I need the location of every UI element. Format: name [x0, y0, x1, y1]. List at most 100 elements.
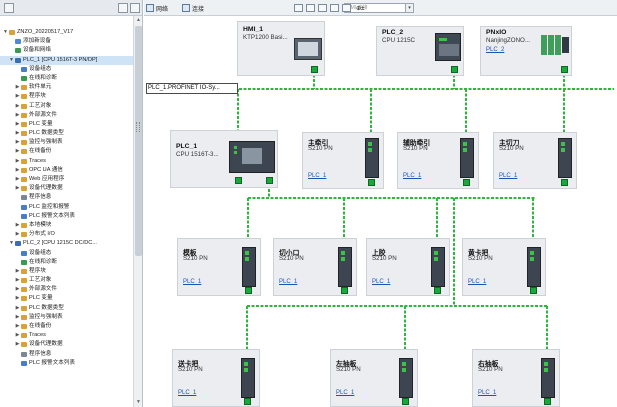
tree-item[interactable]: 在线和诊断: [0, 74, 133, 83]
device-drive-right-pull[interactable]: 右抽板 S210 PN PLC_1: [472, 349, 560, 407]
grid-icon[interactable]: [318, 4, 327, 12]
collapsed-arrow-icon[interactable]: ▶: [15, 276, 20, 285]
device-io-controller-link[interactable]: PLC_1: [478, 390, 496, 396]
tree-item[interactable]: ▶ OPC UA 通信: [0, 166, 133, 175]
profinet-port[interactable]: [530, 287, 537, 294]
collapsed-arrow-icon[interactable]: ▶: [15, 147, 20, 156]
tree-item[interactable]: ▶ PLC 数据类型: [0, 129, 133, 138]
device-io-controller-link[interactable]: PLC_2: [486, 47, 504, 53]
tree-item[interactable]: ▶ Traces: [0, 157, 133, 166]
device-drive-small-cut[interactable]: 切小口 S210 PN PLC_1: [273, 238, 357, 296]
connection-type-select[interactable]: HMI 连接 ▾: [344, 3, 414, 13]
profinet-port[interactable]: [368, 179, 375, 186]
collapsed-arrow-icon[interactable]: ▶: [15, 102, 20, 111]
tree-item[interactable]: ▼ ZNZO_20220517_V17: [0, 28, 133, 37]
device-plc-1[interactable]: PLC_1 CPU 1516T-3...: [170, 130, 278, 188]
tree-item[interactable]: ▶ 本地模块: [0, 221, 133, 230]
tree-item[interactable]: 在线和诊断: [0, 258, 133, 267]
expanded-arrow-icon[interactable]: ▼: [3, 28, 8, 37]
collapsed-arrow-icon[interactable]: ▶: [15, 304, 20, 313]
collapsed-arrow-icon[interactable]: ▶: [15, 120, 20, 129]
device-drive-main-traction[interactable]: 主牵引 S210 PN PLC_1: [302, 132, 384, 189]
profinet-port[interactable]: [434, 287, 441, 294]
collapsed-arrow-icon[interactable]: ▶: [15, 92, 20, 101]
tree-item[interactable]: PLC 报警文本列表: [0, 359, 133, 368]
relations-icon[interactable]: [294, 4, 303, 12]
scroll-up-icon[interactable]: ▲: [135, 17, 142, 24]
profinet-port[interactable]: [561, 179, 568, 186]
device-drive-template[interactable]: 模板 S210 PN PLC_1: [177, 238, 261, 296]
device-io-controller-link[interactable]: PLC_1: [336, 390, 354, 396]
tree-options-icon[interactable]: [130, 3, 140, 13]
profinet-port[interactable]: [244, 398, 251, 405]
device-drive-main-cutter[interactable]: 主切刀 S210 PN PLC_1: [493, 132, 577, 189]
tree-scrollbar[interactable]: ▲ ▼: [133, 16, 142, 407]
address-overview-icon[interactable]: [306, 4, 315, 12]
collapsed-arrow-icon[interactable]: ▶: [15, 111, 20, 120]
tree-item[interactable]: ▶ PLC 数据类型: [0, 304, 133, 313]
profinet-port[interactable]: [561, 66, 568, 73]
tree-view-icon[interactable]: [4, 3, 14, 13]
device-pnxio[interactable]: PNxIO NanjingZONO... PLC_2: [480, 26, 572, 76]
tree-item[interactable]: ▼ PLC_1 [CPU 1516T-3 PN/DP]: [0, 55, 133, 65]
tree-item[interactable]: ▶ 外部源文件: [0, 285, 133, 294]
device-io-controller-link[interactable]: PLC_1: [178, 390, 196, 396]
tree-item[interactable]: ▶ Traces: [0, 331, 133, 340]
network-view-canvas[interactable]: PLC_1.PROFINET IO-Sy... HMI_1 KTP1200 Ba…: [144, 16, 617, 407]
split-view-icon[interactable]: [330, 4, 339, 12]
collapsed-arrow-icon[interactable]: ▶: [15, 331, 20, 340]
tree-item[interactable]: PLC 报警文本列表: [0, 212, 133, 221]
collapsed-arrow-icon[interactable]: ▶: [15, 83, 20, 92]
collapsed-arrow-icon[interactable]: ▶: [15, 221, 20, 230]
scroll-down-icon[interactable]: ▼: [135, 399, 142, 406]
collapsed-arrow-icon[interactable]: ▶: [15, 138, 20, 147]
tree-item[interactable]: 添加新设备: [0, 37, 133, 46]
tree-item[interactable]: ▶ 分布式 I/O: [0, 230, 133, 239]
collapsed-arrow-icon[interactable]: ▶: [15, 230, 20, 239]
tree-item[interactable]: ▶ 外部源文件: [0, 111, 133, 120]
panel-splitter-handle[interactable]: [136, 122, 140, 132]
expanded-arrow-icon[interactable]: ▼: [9, 56, 14, 65]
tree-item[interactable]: 程序信息: [0, 193, 133, 202]
device-io-controller-link[interactable]: PLC_1: [468, 279, 486, 285]
tree-item[interactable]: ▶ 在线备份: [0, 147, 133, 156]
device-io-controller-link[interactable]: PLC_1: [499, 173, 517, 179]
collapsed-arrow-icon[interactable]: ▶: [15, 294, 20, 303]
tree-layout-icon[interactable]: [118, 3, 128, 13]
device-io-controller-link[interactable]: PLC_1: [372, 279, 390, 285]
tree-item[interactable]: ▶ Web 应用程序: [0, 175, 133, 184]
collapsed-arrow-icon[interactable]: ▶: [15, 184, 20, 193]
tree-item[interactable]: ▶ 工艺对象: [0, 276, 133, 285]
device-drive-aux-traction[interactable]: 辅助牵引 S210 PN PLC_1: [397, 132, 479, 189]
network-mode-button[interactable]: 网络: [146, 3, 168, 13]
collapsed-arrow-icon[interactable]: ▶: [15, 157, 20, 166]
profinet-network-label[interactable]: PLC_1.PROFINET IO-Sy...: [146, 83, 238, 94]
tree-item[interactable]: ▶ 程序块: [0, 267, 133, 276]
tree-item[interactable]: ▶ 在线备份: [0, 322, 133, 331]
collapsed-arrow-icon[interactable]: ▶: [15, 175, 20, 184]
expanded-arrow-icon[interactable]: ▼: [9, 239, 14, 248]
tree-item[interactable]: 程序信息: [0, 350, 133, 359]
profinet-port[interactable]: [266, 177, 273, 184]
tree-item[interactable]: PLC 监控和报警: [0, 203, 133, 212]
profinet-port[interactable]: [451, 66, 458, 73]
device-io-controller-link[interactable]: PLC_1: [308, 173, 326, 179]
tree-item[interactable]: ▶ 监控与强制表: [0, 313, 133, 322]
device-drive-left-pull[interactable]: 左抽板 S210 PN PLC_1: [330, 349, 418, 407]
tree-item[interactable]: ▶ 设备代理数据: [0, 184, 133, 193]
tree-item[interactable]: ▶ 工艺对象: [0, 102, 133, 111]
zoom-button[interactable]: ⊕±: [356, 3, 364, 13]
profinet-port[interactable]: [341, 287, 348, 294]
profinet-port[interactable]: [544, 398, 551, 405]
tree-item[interactable]: 设备组态: [0, 65, 133, 74]
profinet-port[interactable]: [402, 398, 409, 405]
profinet-port[interactable]: [311, 66, 318, 73]
fit-view-icon[interactable]: [342, 4, 351, 12]
device-hmi-1[interactable]: HMI_1 KTP1200 Basi...: [237, 21, 325, 76]
scroll-thumb[interactable]: [135, 26, 142, 256]
tree-item[interactable]: ▶ PLC 变量: [0, 294, 133, 303]
tree-item[interactable]: ▶ 软件单元: [0, 83, 133, 92]
device-io-controller-link[interactable]: PLC_1: [403, 173, 421, 179]
profinet-port[interactable]: [245, 287, 252, 294]
device-drive-feed-card[interactable]: 送卡把 S210 PN PLC_1: [172, 349, 260, 407]
